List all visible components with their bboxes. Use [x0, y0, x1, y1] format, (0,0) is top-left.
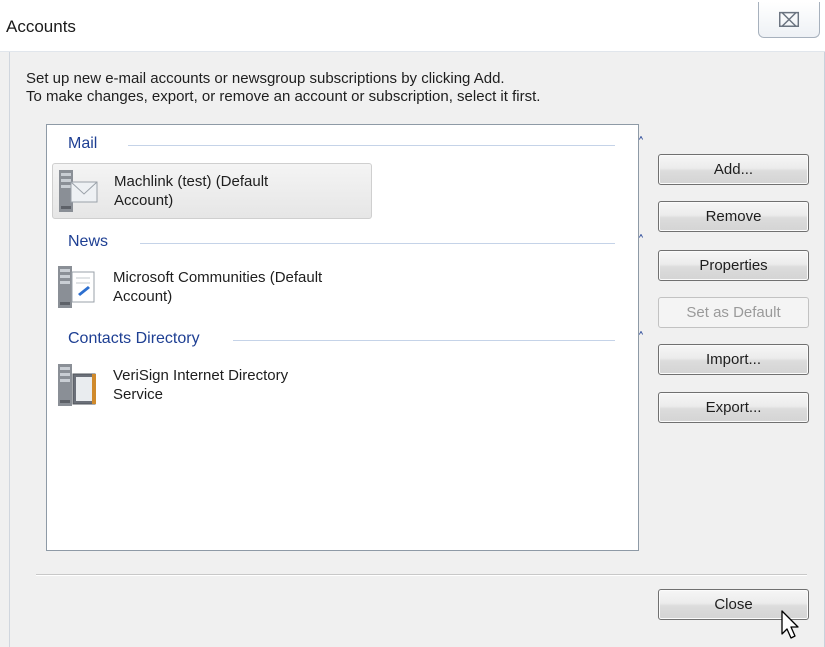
- account-name-line-1: Machlink (test) (Default: [114, 173, 269, 190]
- directory-server-icon: [58, 364, 96, 406]
- properties-button[interactable]: Properties: [658, 250, 809, 281]
- account-name: VeriSign Internet Directory Service: [113, 366, 363, 404]
- title-bar: Accounts ⌧: [0, 0, 825, 52]
- account-name-line-1: Microsoft Communities (Default: [113, 269, 323, 286]
- group-label-contacts-directory: Contacts Directory: [68, 330, 208, 348]
- group-label-news: News: [68, 233, 117, 251]
- group-header-mail[interactable]: Mail ˄: [68, 135, 644, 155]
- collapse-chevron-icon[interactable]: ˄: [634, 135, 648, 151]
- instructions-line-2: To make changes, export, or remove an ac…: [26, 88, 541, 105]
- set-as-default-button[interactable]: Set as Default: [658, 297, 809, 328]
- account-item-machlink[interactable]: Machlink (test) (Default Account): [52, 163, 372, 219]
- group-header-contacts-directory[interactable]: Contacts Directory ˄: [68, 330, 644, 350]
- account-item-microsoft-communities[interactable]: Microsoft Communities (Default Account): [52, 260, 372, 316]
- account-name-line-2: Account): [114, 192, 174, 209]
- accounts-list[interactable]: Mail ˄ Machlink (test) (Default Account)…: [46, 124, 644, 551]
- close-window-button[interactable]: ⌧: [758, 2, 820, 38]
- account-name: Machlink (test) (Default Account): [114, 172, 364, 210]
- accounts-dialog: Accounts ⌧ Set up new e-mail accounts or…: [0, 0, 825, 647]
- group-label-mail: Mail: [68, 135, 106, 153]
- close-icon: ⌧: [777, 7, 801, 32]
- account-item-verisign[interactable]: VeriSign Internet Directory Service: [52, 358, 372, 414]
- account-name: Microsoft Communities (Default Account): [113, 268, 363, 306]
- mail-server-icon: [59, 170, 98, 212]
- collapse-chevron-icon[interactable]: ˄: [634, 233, 648, 249]
- news-server-icon: [58, 266, 95, 308]
- account-name-line-1: VeriSign Internet Directory: [113, 367, 289, 384]
- account-name-line-2: Service: [113, 386, 164, 403]
- instructions-text: Set up new e-mail accounts or newsgroup …: [26, 70, 540, 106]
- collapse-chevron-icon[interactable]: ˄: [634, 330, 648, 346]
- group-divider: [140, 243, 615, 244]
- window-title: Accounts: [6, 17, 76, 36]
- bottom-divider: [36, 574, 807, 576]
- account-name-line-2: Account): [113, 288, 173, 305]
- group-divider: [233, 340, 615, 341]
- add-button[interactable]: Add...: [658, 154, 809, 185]
- mouse-pointer-icon: [781, 610, 799, 639]
- group-divider: [128, 145, 615, 146]
- import-button[interactable]: Import...: [658, 344, 809, 375]
- instructions-line-1: Set up new e-mail accounts or newsgroup …: [26, 70, 505, 87]
- remove-button[interactable]: Remove: [658, 201, 809, 232]
- export-button[interactable]: Export...: [658, 392, 809, 423]
- group-header-news[interactable]: News ˄: [68, 233, 644, 253]
